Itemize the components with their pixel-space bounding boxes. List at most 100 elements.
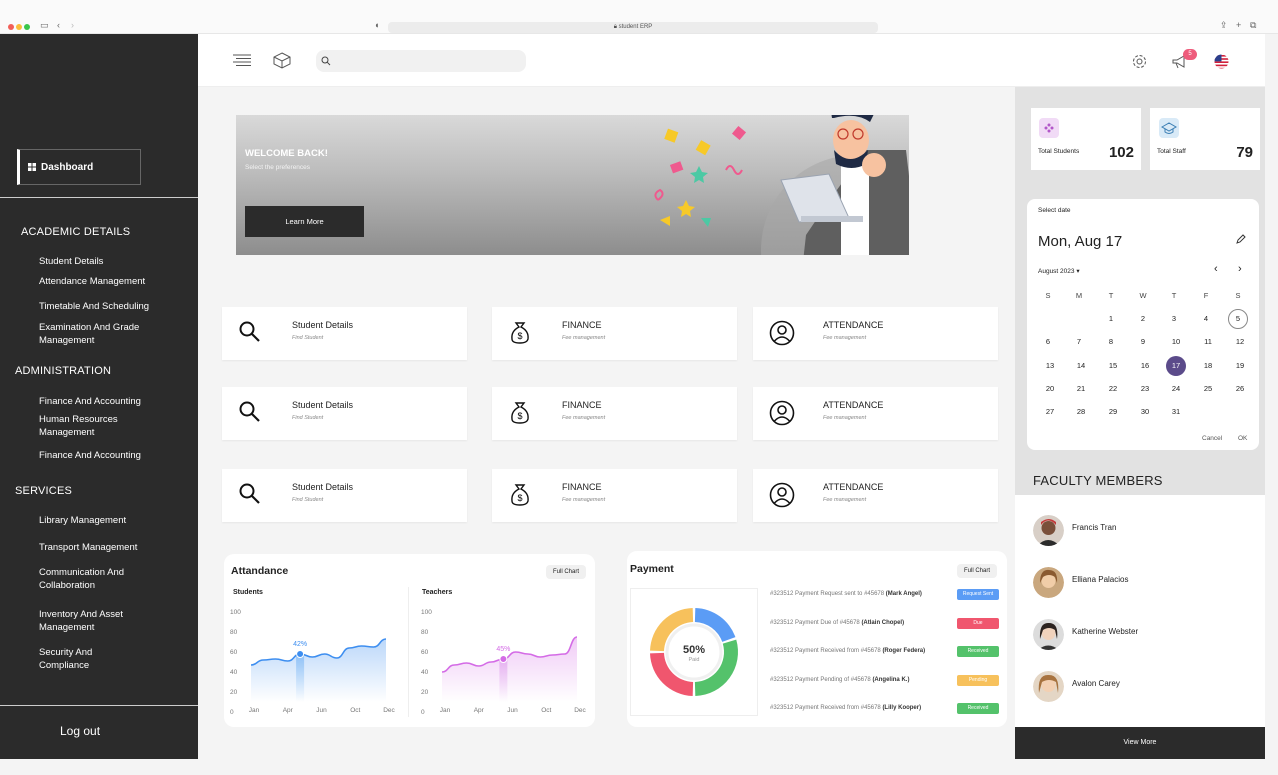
back-arrow-icon[interactable]: ‹ [57, 20, 60, 30]
sidebar-item-library[interactable]: Library Management [39, 514, 189, 527]
faculty-member[interactable]: Avalon Carey [1033, 671, 1253, 705]
sidebar-item-examination[interactable]: Examination And Grade Management [39, 321, 159, 347]
calendar-day[interactable]: 7 [1069, 332, 1089, 352]
stat-total-staff: Total Staff 79 [1150, 108, 1260, 170]
quick-card[interactable]: $ FINANCE Fee management [492, 387, 737, 440]
calendar-day[interactable]: 22 [1103, 379, 1123, 399]
logout-button[interactable]: Log out [60, 724, 100, 738]
sidebar-item-finance[interactable]: Finance And Accounting [39, 395, 189, 408]
calendar-day[interactable]: 13 [1040, 356, 1060, 376]
sidebar-item-attendance-management[interactable]: Attendance Management [39, 275, 189, 288]
calendar-day[interactable]: 29 [1103, 402, 1123, 422]
sidebar-toggle-icon[interactable]: ▭ [40, 20, 49, 31]
dashboard-button[interactable]: Dashboard [17, 149, 141, 185]
calendar-day[interactable]: 21 [1071, 379, 1091, 399]
section-academic-details: ACADEMIC DETAILS [21, 226, 131, 238]
calendar-day[interactable]: 3 [1164, 309, 1184, 329]
sidebar-item-human-resources[interactable]: Human Resources Management [39, 413, 139, 439]
calendar-day[interactable]: 26 [1230, 379, 1250, 399]
calendar-day[interactable]: 15 [1103, 356, 1123, 376]
calendar-day[interactable]: 12 [1230, 332, 1250, 352]
us-flag-icon[interactable] [1214, 54, 1229, 69]
menu-icon[interactable] [233, 54, 251, 67]
next-month-icon[interactable]: › [1238, 263, 1242, 275]
status-badge[interactable]: Pending [957, 674, 999, 686]
view-more-button[interactable]: View More [1015, 727, 1265, 759]
calendar-day[interactable]: 28 [1071, 402, 1091, 422]
weekday-label: M [1075, 291, 1083, 300]
top-bar: 5 [198, 34, 1265, 87]
calendar-day[interactable]: 1 [1101, 309, 1121, 329]
faculty-member[interactable]: Francis Tran [1033, 515, 1253, 549]
calendar-day[interactable]: 17 [1166, 356, 1186, 376]
status-badge[interactable]: Received [957, 646, 999, 657]
calendar-day[interactable]: 2 [1133, 309, 1153, 329]
calendar-day[interactable]: 20 [1040, 379, 1060, 399]
calendar-day[interactable]: 19 [1230, 356, 1250, 376]
calendar-day[interactable]: 27 [1040, 402, 1060, 422]
sidebar-item-transport[interactable]: Transport Management [39, 541, 189, 554]
quick-card[interactable]: $ FINANCE Fee management [492, 469, 737, 522]
quick-card[interactable]: Student Details Find Student [222, 387, 467, 440]
calendar-day[interactable]: 8 [1101, 332, 1121, 352]
calendar-day[interactable]: 4 [1196, 309, 1216, 329]
quick-card[interactable]: $ FINANCE Fee management [492, 307, 737, 360]
maximize-window-icon[interactable] [24, 24, 30, 30]
search-icon [238, 320, 262, 349]
sidebar-item-security[interactable]: Security And Compliance [39, 646, 119, 672]
sidebar-item-timetable[interactable]: Timetable And Scheduling [39, 300, 189, 313]
calendar-day[interactable]: 16 [1135, 356, 1155, 376]
highlight-point [296, 650, 305, 658]
sidebar-item-communication[interactable]: Communication And Collaboration [39, 566, 144, 592]
calendar-day[interactable]: 30 [1135, 402, 1155, 422]
stat-value: 102 [1108, 144, 1134, 161]
y-tick-label: 0 [230, 709, 234, 716]
faculty-member[interactable]: Elliana Palacios [1033, 567, 1253, 601]
banner-subtitle: Select the preferences [245, 164, 311, 171]
new-tab-icon[interactable]: + [1236, 20, 1241, 30]
calendar-day[interactable]: 11 [1198, 332, 1218, 352]
calendar-day[interactable]: 31 [1166, 402, 1186, 422]
welcome-banner: WELCOME BACK! Select the preferences Lea… [236, 115, 909, 255]
sidebar-item-student-details[interactable]: Student Details [39, 255, 189, 268]
status-badge[interactable]: Received [957, 703, 999, 714]
gear-icon[interactable] [1131, 53, 1148, 70]
close-window-icon[interactable] [8, 24, 14, 30]
cube-icon[interactable] [273, 52, 291, 69]
quick-card[interactable]: ATTENDANCE Fee management [753, 307, 998, 360]
sidebar-item-inventory[interactable]: Inventory And Asset Management [39, 608, 139, 634]
calendar-day[interactable]: 25 [1198, 379, 1218, 399]
sidebar-item-finance-2[interactable]: Finance And Accounting [39, 449, 189, 462]
status-badge[interactable]: Request Sent [957, 589, 999, 600]
calendar-day[interactable]: 23 [1135, 379, 1155, 399]
highlight-bar [296, 654, 305, 702]
calendar-day[interactable]: 14 [1071, 356, 1091, 376]
status-badge[interactable]: Due [957, 617, 999, 629]
edit-pencil-icon[interactable] [1236, 234, 1246, 244]
quick-card[interactable]: ATTENDANCE Fee management [753, 469, 998, 522]
avatar [1033, 671, 1064, 702]
minimize-window-icon[interactable] [16, 24, 22, 30]
address-bar[interactable]: 🔒︎ student ERP [388, 22, 878, 33]
card-subtitle: Fee management [823, 335, 867, 341]
calendar-day[interactable]: 5 [1228, 309, 1248, 329]
svg-text:$: $ [517, 493, 522, 503]
quick-card[interactable]: Student Details Find Student [222, 469, 467, 522]
share-icon[interactable]: ⇪ [1220, 20, 1228, 31]
quick-card[interactable]: Student Details Find Student [222, 307, 467, 360]
calendar-day[interactable]: 10 [1166, 332, 1186, 352]
tabs-overview-icon[interactable]: ⧉ [1250, 20, 1256, 31]
calendar-day[interactable]: 9 [1133, 332, 1153, 352]
faculty-member[interactable]: Katherine Webster [1033, 619, 1253, 653]
quick-card[interactable]: ATTENDANCE Fee management [753, 387, 998, 440]
search-input[interactable] [316, 50, 526, 72]
calendar-day[interactable]: 18 [1198, 356, 1218, 376]
prev-month-icon[interactable]: ‹ [1214, 263, 1218, 275]
calendar-day[interactable]: 24 [1166, 379, 1186, 399]
calendar-cancel-button[interactable]: Cancel [1202, 435, 1222, 442]
learn-more-button[interactable]: Learn More [245, 206, 364, 237]
forward-arrow-icon[interactable]: › [71, 20, 74, 30]
calendar-day[interactable]: 6 [1038, 332, 1058, 352]
calendar-month-select[interactable]: August 2023 ▾ [1038, 267, 1080, 275]
calendar-ok-button[interactable]: OK [1238, 435, 1247, 442]
